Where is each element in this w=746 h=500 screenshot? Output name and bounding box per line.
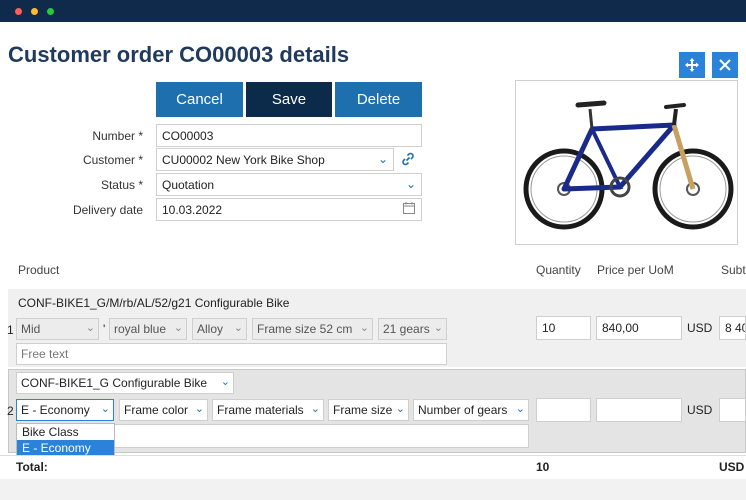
row1-separator: ' [103, 322, 106, 336]
calendar-icon[interactable] [402, 201, 416, 218]
row1-option-frame-size[interactable]: Frame size 52 cm ⌄ [252, 318, 373, 340]
chevron-down-icon: ⌄ [433, 322, 443, 334]
chevron-down-icon: ⌄ [515, 403, 525, 415]
row2-quantity-input[interactable] [536, 398, 591, 422]
delete-button[interactable]: Delete [335, 82, 422, 117]
row2-option-gears[interactable]: Number of gears ⌄ [413, 399, 529, 421]
chevron-down-icon: ⌄ [220, 376, 230, 388]
row2-price-input[interactable] [596, 398, 682, 422]
dropdown-option-selected[interactable]: E - Economy [17, 440, 114, 456]
save-button[interactable]: Save [246, 82, 332, 117]
product-image [515, 80, 738, 245]
customer-value: CU00002 New York Bike Shop [162, 153, 325, 167]
row1-price-input[interactable]: 840,00 [596, 316, 682, 340]
chevron-down-icon: ⌄ [395, 403, 405, 415]
chevron-down-icon: ⌄ [233, 322, 243, 334]
chevron-down-icon: ⌄ [100, 403, 110, 415]
row1-option-material-value: Alloy [197, 322, 224, 336]
row1-option-color[interactable]: royal blue ⌄ [109, 318, 187, 340]
row1-subtotal: 8 40 [719, 316, 746, 340]
row2-option-class-value: E - Economy [21, 403, 90, 417]
close-icon [719, 59, 731, 71]
chevron-down-icon: ⌄ [377, 152, 388, 166]
cancel-button[interactable]: Cancel [156, 82, 243, 117]
row1-option-gears-value: 21 gears [383, 322, 430, 336]
chevron-down-icon: ⌄ [194, 403, 204, 415]
window-minimize-dot[interactable] [31, 8, 38, 15]
delivery-date-field[interactable]: 10.03.2022 [156, 198, 422, 221]
close-button[interactable] [712, 52, 738, 78]
chevron-down-icon: ⌄ [173, 322, 183, 334]
link-icon[interactable] [400, 151, 416, 167]
number-label: Number * [92, 129, 143, 143]
row1-option-color-value: royal blue [114, 322, 167, 336]
row2-option-color[interactable]: Frame color ⌄ [119, 399, 208, 421]
totals-bar: Total: 10 USD [0, 455, 746, 479]
status-select[interactable]: Quotation ⌄ [156, 173, 422, 196]
chevron-down-icon: ⌄ [405, 177, 416, 191]
row2-option-material-value: Frame materials [217, 403, 304, 417]
window-maximize-dot[interactable] [47, 8, 54, 15]
row2-subtotal [719, 398, 746, 422]
status-label: Status * [100, 178, 143, 192]
move-icon [685, 58, 699, 72]
row1-quantity-input[interactable]: 10 [536, 316, 591, 340]
row1-option-gears[interactable]: 21 gears ⌄ [378, 318, 447, 340]
bottom-bar [0, 479, 746, 500]
move-button[interactable] [679, 52, 705, 78]
total-label: Total: [16, 460, 48, 474]
window-close-dot[interactable] [15, 8, 22, 15]
row1-option-class-value: Mid [21, 322, 41, 336]
row1-product-name: CONF-BIKE1_G/M/rb/AL/52/g21 Configurable… [18, 296, 290, 310]
chevron-down-icon: ⌄ [85, 322, 95, 334]
window-titlebar [0, 0, 746, 22]
row2-currency: USD [687, 403, 713, 417]
row1-free-text[interactable]: Free text [16, 343, 447, 365]
total-quantity: 10 [536, 460, 550, 474]
dropdown-option[interactable]: Bike Class [17, 424, 114, 440]
row2-option-color-value: Frame color [124, 403, 189, 417]
chevron-down-icon: ⌄ [310, 403, 320, 415]
row2-option-frame-size-value: Frame size [333, 403, 393, 417]
delivery-date-label: Delivery date [72, 203, 143, 217]
chevron-down-icon: ⌄ [359, 322, 369, 334]
row1-currency: USD [687, 321, 713, 335]
customer-label: Customer * [82, 153, 143, 167]
row1-option-class[interactable]: Mid ⌄ [16, 318, 99, 340]
row2-option-frame-size[interactable]: Frame size ⌄ [328, 399, 409, 421]
status-value: Quotation [162, 178, 215, 192]
number-field[interactable]: CO00003 [156, 124, 422, 147]
total-currency: USD [719, 460, 745, 474]
customer-select[interactable]: CU00002 New York Bike Shop ⌄ [156, 148, 394, 171]
bike-image [523, 100, 734, 230]
col-product: Product [18, 263, 60, 277]
row2-product-value: CONF-BIKE1_G Configurable Bike [21, 376, 208, 390]
number-value: CO00003 [162, 129, 214, 143]
row2-option-class[interactable]: E - Economy ⌄ [16, 399, 114, 421]
page-title: Customer order CO00003 details [8, 42, 350, 67]
row2-option-gears-value: Number of gears [418, 403, 508, 417]
col-subtotal: Subt [721, 263, 746, 277]
row1-number: 1 [7, 323, 14, 337]
class-dropdown-list: Bike Class E - Economy [16, 423, 115, 458]
row1-option-material[interactable]: Alloy ⌄ [192, 318, 247, 340]
col-quantity: Quantity [536, 263, 581, 277]
delivery-date-value: 10.03.2022 [162, 203, 223, 217]
row1-option-frame-size-value: Frame size 52 cm [257, 322, 353, 336]
row2-option-material[interactable]: Frame materials ⌄ [212, 399, 324, 421]
row2-number: 2 [7, 404, 14, 418]
col-price: Price per UoM [597, 263, 674, 277]
row2-product-select[interactable]: CONF-BIKE1_G Configurable Bike ⌄ [16, 372, 234, 394]
